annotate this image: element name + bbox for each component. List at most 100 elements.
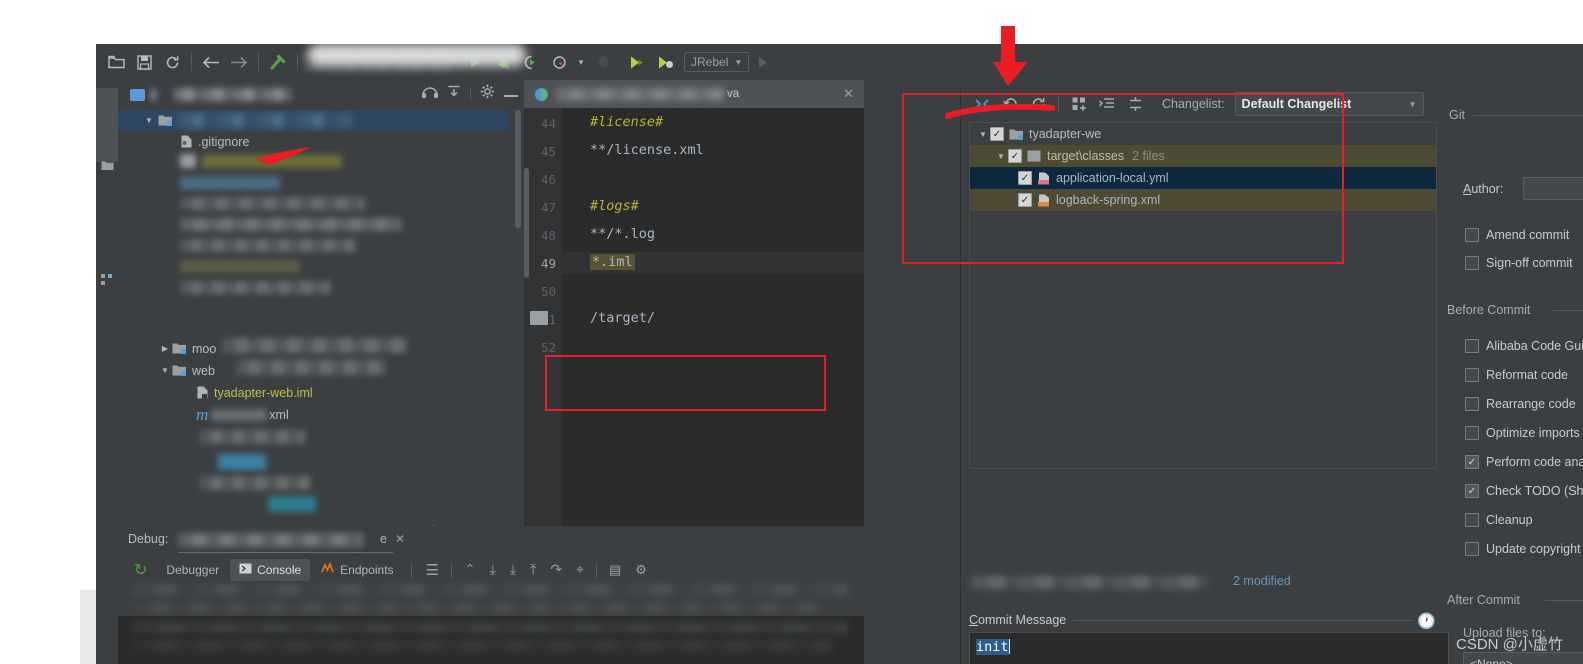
commit-path-blurred [971,576,1207,589]
tree-item-pom[interactable]: m xml [196,404,289,425]
chevron-down-icon[interactable]: ▼ [994,152,1008,161]
tree-item-blurred-8[interactable] [200,430,305,444]
layout-icon[interactable]: ▤ [603,562,627,578]
jrebel-dropdown[interactable]: JRebel ▼ [684,52,750,72]
jrebel-debug-icon[interactable] [651,48,679,76]
gear-icon[interactable] [480,84,495,102]
menu-icon[interactable]: ☰ [420,561,445,579]
editor-panel: va ✕ 44 45 46 47 48 49 50 51 52 #license… [524,80,864,526]
refresh-icon[interactable] [1025,92,1051,116]
step-over-icon[interactable]: ⤒ [524,561,542,578]
settings-icon[interactable]: ⚙ [629,562,653,578]
optimize-imports-checkbox[interactable]: Optimize imports [1465,426,1580,440]
expand-all-icon[interactable] [1094,92,1120,116]
cleanup-label: Cleanup [1486,513,1533,527]
signoff-commit-checkbox[interactable]: Sign-off commit [1465,256,1573,270]
amend-commit-checkbox[interactable]: Amend commit [1465,228,1569,242]
tree-item-blurred-2[interactable] [180,176,280,190]
force-step-into-icon[interactable]: ⤓ [504,561,522,578]
check-todo-checkbox[interactable]: ✓ Check TODO (Show All) [1465,484,1583,498]
tree-item-web[interactable]: ▼ web [158,360,215,381]
author-field[interactable] [1523,177,1583,200]
tree-item-blurred-4[interactable] [180,218,402,231]
tab-endpoints[interactable]: Endpoints [312,558,402,581]
tree-item-gitignore-label: .gitignore [198,134,250,149]
sync-icon[interactable] [158,48,186,76]
tree-item-moo[interactable]: ▶ moo [158,338,216,359]
minimize-icon[interactable] [504,86,518,101]
step-out-icon[interactable]: ⌃ [458,561,482,578]
tree-item-blurred-5[interactable] [180,239,355,252]
checkbox-box [1465,426,1479,440]
collapse-all-icon[interactable] [1122,92,1148,116]
dialog-toolbar-separator [1058,95,1059,113]
group-by-icon[interactable] [1066,92,1092,116]
cleanup-checkbox[interactable]: Cleanup [1465,513,1533,527]
step-into-icon[interactable]: ⤓ [484,561,502,578]
editor-scrollbar[interactable] [524,168,529,278]
update-copyright-checkbox[interactable]: Update copyright [1465,542,1581,556]
console-output[interactable] [118,616,864,664]
close-icon[interactable]: ✕ [843,86,854,102]
revert-icon[interactable] [997,92,1023,116]
collapse-all-icon[interactable] [422,85,438,101]
commit-tree-row-yml[interactable]: ✓ application-local.yml [970,167,1436,189]
module-folder-icon [172,365,186,376]
commit-checkbox-yml[interactable]: ✓ [1018,171,1032,185]
reformat-code-checkbox[interactable]: Reformat code [1465,368,1568,382]
commit-checkbox-module[interactable]: ✓ [990,127,1004,141]
changelist-dropdown[interactable]: Default Changelist ▼ [1234,92,1424,116]
rearrange-code-checkbox[interactable]: Rearrange code [1465,397,1576,411]
tree-item-blurred-3[interactable] [180,197,365,210]
after-commit-group-rule [1545,600,1583,601]
commit-tree-row-folder[interactable]: ▼ ✓ target\classes 2 files [970,145,1436,167]
tree-item-blurred-6[interactable] [180,260,300,273]
project-tree-scrollbar[interactable] [515,110,521,228]
tree-item-blurred-1[interactable] [202,155,342,168]
evaluate-icon[interactable]: ⌖ [570,561,590,578]
chevron-down-icon[interactable]: ▼ [158,366,172,375]
tree-item-blurred-7[interactable] [180,281,330,294]
commit-checkbox-folder[interactable]: ✓ [1008,149,1022,163]
jrebel-extra-icon[interactable] [749,48,777,76]
commit-checkbox-xml[interactable]: ✓ [1018,193,1032,207]
tree-item-iml[interactable]: tyadapter-web.iml [196,382,313,403]
line-number: 46 [540,172,556,187]
rerun-icon[interactable]: ↻ [126,560,155,580]
expand-icon[interactable] [447,85,461,101]
commit-message-input[interactable]: init [969,632,1449,664]
git-file-icon [181,135,192,148]
dropdown-arrow-icon[interactable]: ▾ [573,48,589,76]
build-hammer-icon[interactable] [264,48,292,76]
tree-item-gitignore[interactable]: .gitignore [180,131,249,152]
commit-tree-row-module[interactable]: ▼ ✓ tyadapter-we [970,123,1436,145]
tree-item-blurred-11[interactable] [268,496,316,512]
chevron-right-icon[interactable]: ▶ [158,344,172,353]
open-folder-icon[interactable] [102,48,130,76]
chevron-down-icon[interactable]: ▼ [142,116,156,125]
checkbox-box [1465,513,1479,527]
jrebel-run-icon[interactable] [623,48,651,76]
forward-arrow-icon[interactable] [225,48,253,76]
tab-debugger[interactable]: Debugger [157,559,228,581]
perform-code-analysis-checkbox[interactable]: ✓ Perform code analysis [1465,455,1583,469]
back-arrow-icon[interactable] [197,48,225,76]
tree-item-blurred-9[interactable] [218,454,266,470]
editor-code-area[interactable]: #license# **/license.xml #logs# **/*.log… [524,108,864,526]
chevron-down-icon[interactable]: ▼ [976,130,990,139]
run-to-cursor-icon[interactable]: ↷ [544,561,568,578]
before-commit-group-label: Before Commit [1447,303,1531,317]
close-icon[interactable]: ✕ [395,532,405,546]
tree-item-blurred-10[interactable] [200,476,310,490]
editor-tab[interactable]: va ✕ [524,80,864,108]
commit-tree-module-label: tyadapter-we [1029,127,1102,141]
collapse-icon[interactable] [969,92,995,116]
save-icon[interactable] [130,48,158,76]
alibaba-guidelines-checkbox[interactable]: Alibaba Code Guidelines [1465,339,1583,353]
console-icon [239,563,252,577]
commit-tree-row-xml[interactable]: ✓ logback-spring.xml [970,189,1436,211]
profile-icon[interactable] [545,48,573,76]
project-tree: ▼ .gitignore ▶ moo ▼ web tyadapter-web.i… [118,110,524,526]
tab-console[interactable]: Console [230,558,311,581]
clock-icon[interactable]: 🕐 [1417,612,1436,630]
